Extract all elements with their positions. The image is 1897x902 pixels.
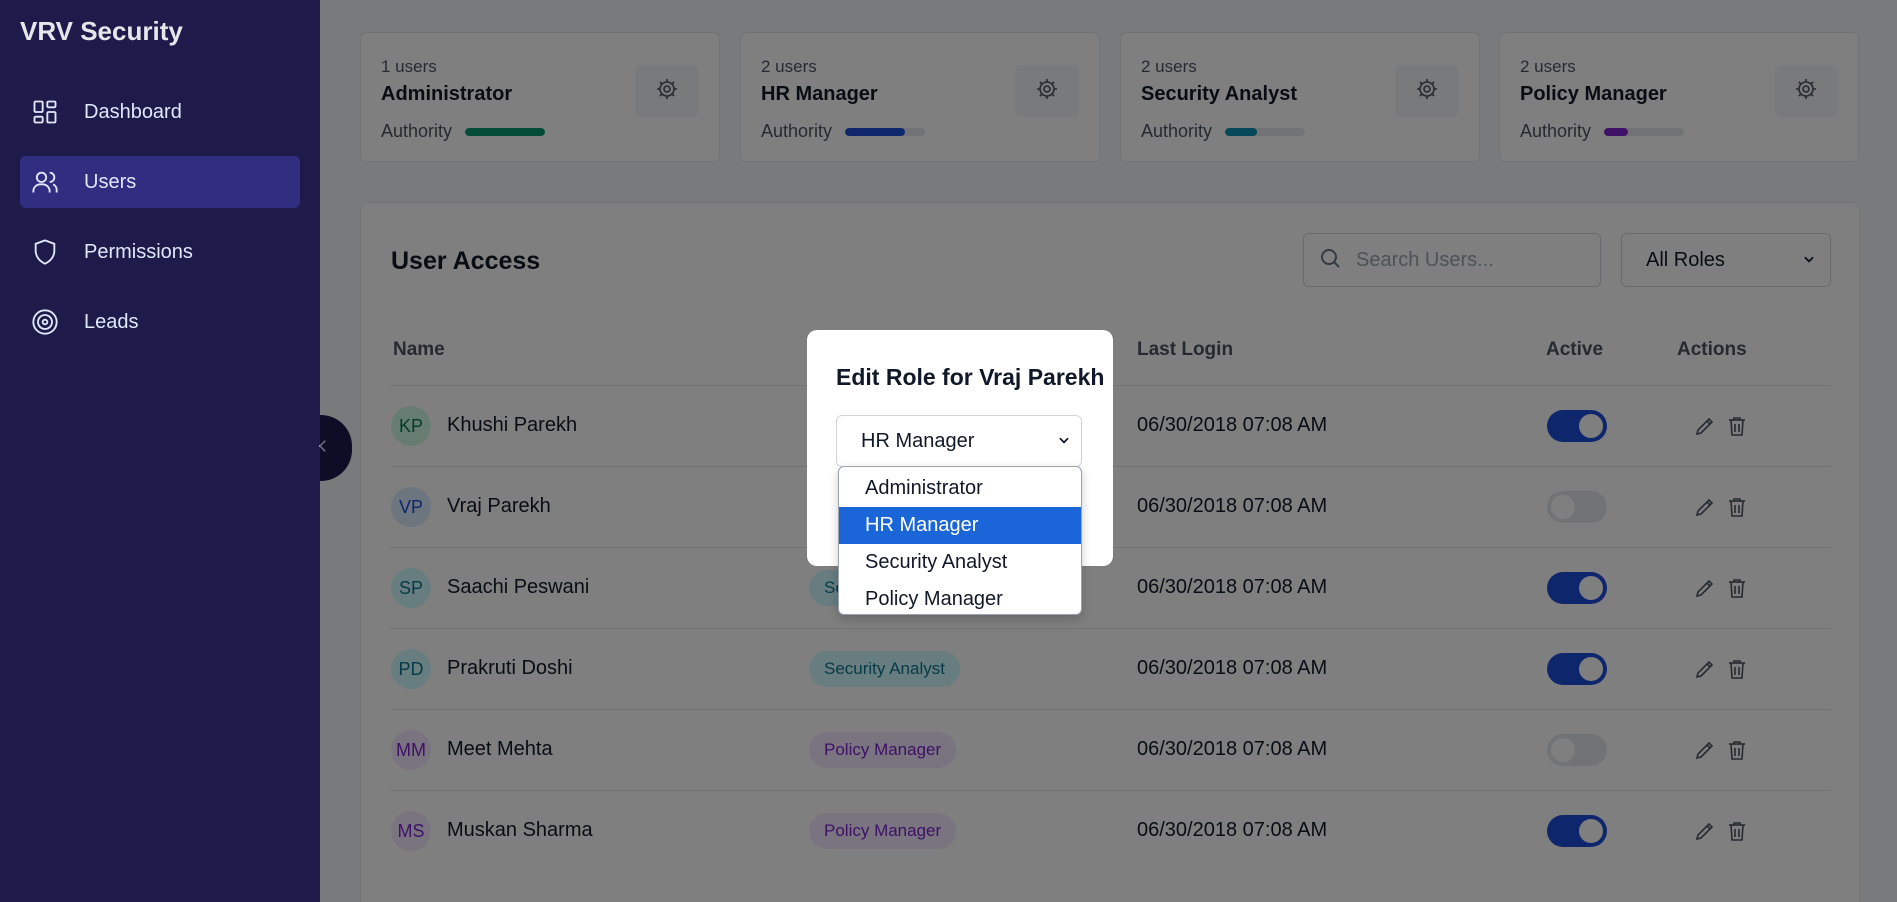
sidebar-item-users[interactable]: Users [20, 156, 300, 208]
chevron-down-icon [1057, 430, 1071, 453]
sidebar-item-label: Permissions [84, 240, 193, 263]
role-option-security-analyst[interactable]: Security Analyst [839, 544, 1081, 581]
target-icon [30, 307, 60, 337]
sidebar-item-label: Dashboard [84, 100, 182, 123]
users-icon [30, 167, 60, 197]
sidebar-item-dashboard[interactable]: Dashboard [20, 86, 300, 138]
brand-logo: VRV Security [20, 16, 183, 46]
sidebar-item-leads[interactable]: Leads [20, 296, 300, 348]
role-option-policy-manager[interactable]: Policy Manager [839, 581, 1081, 614]
dashboard-icon [30, 97, 60, 127]
sidebar-item-permissions[interactable]: Permissions [20, 226, 300, 278]
role-dropdown-list: Administrator HR Manager Security Analys… [838, 466, 1082, 615]
sidebar-item-label: Leads [84, 310, 139, 333]
modal-title: Edit Role for Vraj Parekh [836, 364, 1105, 390]
role-select-value: HR Manager [861, 429, 975, 452]
shield-icon [30, 237, 60, 267]
role-option-hr-manager[interactable]: HR Manager [839, 507, 1081, 544]
sidebar: VRV Security Dashboard Users Permissions… [0, 0, 320, 902]
role-select[interactable]: HR Manager [836, 415, 1082, 467]
role-option-administrator[interactable]: Administrator [839, 470, 1081, 507]
sidebar-item-label: Users [84, 170, 137, 193]
